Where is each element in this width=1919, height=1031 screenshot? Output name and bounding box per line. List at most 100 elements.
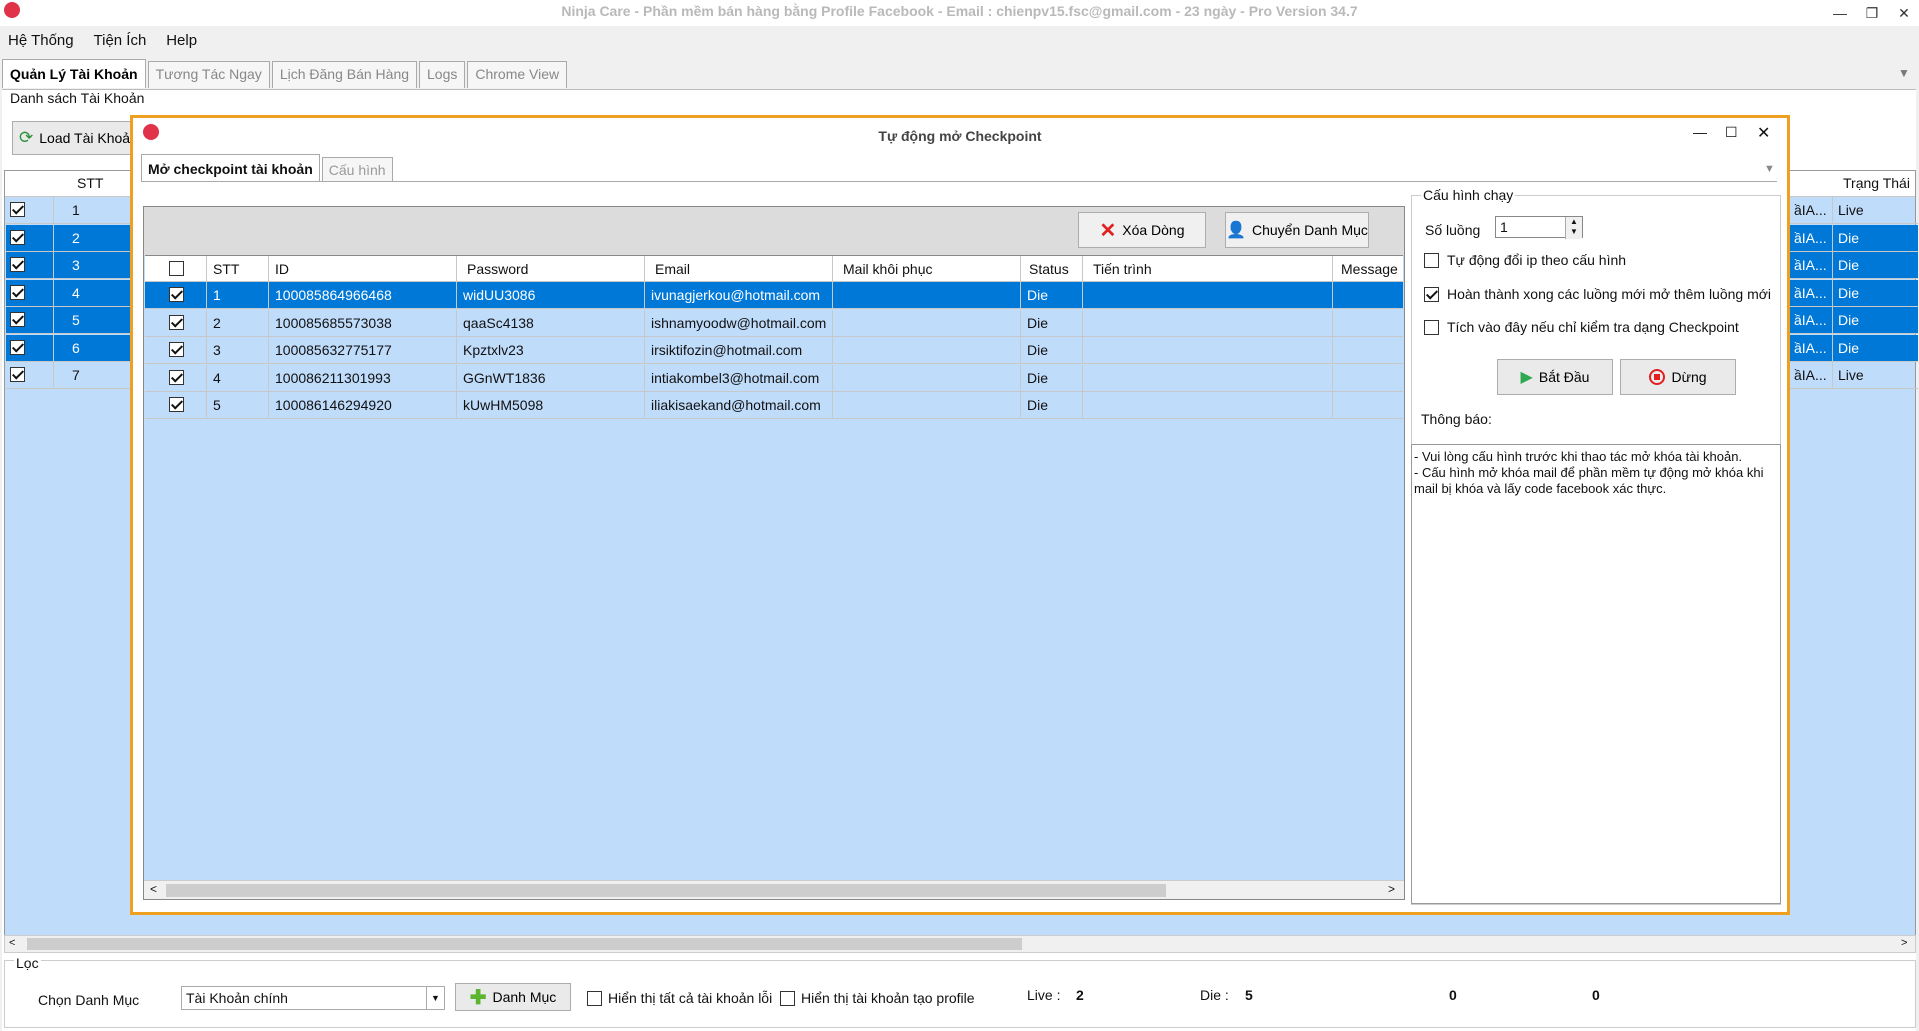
header-tien-trinh[interactable]: Tiến trình bbox=[1083, 256, 1333, 282]
count-3: 0 bbox=[1449, 987, 1457, 1003]
checkpoint-cell-stt: 3 bbox=[207, 337, 269, 364]
checkpoint-row[interactable]: 3 100085632775177 Kpztxlv23 irsiktifozin@ho… bbox=[145, 337, 1403, 364]
stepper-icon[interactable]: ▲ ▼ bbox=[1565, 217, 1582, 239]
checkpoint-row-checkbox[interactable] bbox=[169, 342, 184, 357]
account-row-checkbox[interactable] bbox=[10, 367, 25, 382]
dialog-tab-divider bbox=[141, 181, 1777, 182]
header-status[interactable]: Status bbox=[1021, 256, 1083, 282]
tab-logs[interactable]: Logs bbox=[419, 61, 466, 88]
column-divider bbox=[53, 197, 54, 224]
account-row-status: Die bbox=[1838, 257, 1860, 273]
show-error-accounts-option[interactable]: Hiển thị tất cả tài khoản lỗi bbox=[587, 990, 772, 1006]
menu-help[interactable]: Help bbox=[158, 30, 205, 51]
dialog-minimize-icon[interactable]: — bbox=[1693, 124, 1707, 140]
show-error-checkbox[interactable] bbox=[587, 990, 602, 1006]
change-ip-checkbox[interactable] bbox=[1424, 252, 1439, 268]
option-change-ip[interactable]: Tự động đổi ip theo cấu hình bbox=[1424, 252, 1626, 268]
account-row-stt: 2 bbox=[72, 229, 80, 246]
show-profile-accounts-option[interactable]: Hiển thị tài khoản tạo profile bbox=[780, 990, 975, 1006]
account-row-check-cell bbox=[10, 284, 25, 303]
scroll-right-icon[interactable]: > bbox=[1901, 937, 1907, 949]
dialog-close-icon[interactable]: ✕ bbox=[1757, 123, 1770, 143]
checkpoint-row-checkbox[interactable] bbox=[169, 287, 184, 302]
checkpoint-row-checkbox[interactable] bbox=[169, 369, 184, 385]
account-row-status: Die bbox=[1838, 339, 1860, 356]
checkpoint-cell-password: qaaSc4138 bbox=[457, 309, 645, 337]
header-mail-khoi-phuc[interactable]: Mail khôi phục bbox=[833, 256, 1021, 282]
threads-input[interactable]: 1 ▲ ▼ bbox=[1495, 216, 1583, 239]
checkpoint-row[interactable]: 1 100085864966468 widUU3086 ivunagjerkou@ho… bbox=[145, 282, 1403, 309]
inner-scroll-left-icon[interactable]: < bbox=[150, 882, 157, 896]
account-row-checkbox[interactable] bbox=[10, 202, 25, 217]
tab-tuong-tac-ngay[interactable]: Tương Tác Ngay bbox=[147, 61, 270, 88]
scroll-left-icon[interactable]: < bbox=[9, 937, 15, 949]
start-button[interactable]: ▶ Bắt Đầu bbox=[1497, 359, 1613, 395]
header-id[interactable]: ID bbox=[269, 256, 457, 282]
move-category-button[interactable]: 👤 Chuyển Danh Mục bbox=[1225, 212, 1369, 248]
account-row-checkbox[interactable] bbox=[10, 339, 25, 355]
tab-chrome-view[interactable]: Chrome View bbox=[467, 61, 568, 88]
menu-he-thong[interactable]: Hệ Thống bbox=[0, 30, 82, 51]
restore-icon[interactable]: ❐ bbox=[1856, 0, 1888, 26]
scrollbar-thumb[interactable] bbox=[27, 938, 1022, 950]
checkpoint-row-check-cell bbox=[145, 309, 207, 337]
checkpoint-cell-stt: 2 bbox=[207, 309, 269, 337]
tab-mo-checkpoint[interactable]: Mở checkpoint tài khoản bbox=[141, 154, 320, 182]
tab-overflow-icon[interactable]: ▼ bbox=[1898, 66, 1910, 80]
checkpoint-cell-recovery bbox=[833, 364, 1021, 392]
column-divider bbox=[1832, 252, 1833, 279]
column-divider bbox=[53, 279, 54, 307]
dialog-maximize-icon[interactable]: ☐ bbox=[1725, 124, 1738, 141]
tab-quan-ly-tai-khoan[interactable]: Quản Lý Tài Khoản bbox=[2, 59, 146, 88]
checkpoint-cell-message bbox=[1333, 365, 1403, 392]
close-icon[interactable]: ✕ bbox=[1888, 0, 1919, 26]
threads-label: Số luồng bbox=[1425, 222, 1481, 238]
header-stt[interactable]: STT bbox=[207, 256, 269, 282]
account-row-checkbox[interactable] bbox=[10, 312, 25, 327]
checkpoint-cell-progress bbox=[1083, 364, 1333, 392]
column-divider bbox=[53, 252, 54, 279]
checkpoint-row-checkbox[interactable] bbox=[169, 397, 184, 412]
header-message[interactable]: Message bbox=[1333, 256, 1403, 282]
notice-textarea[interactable]: - Vui lòng cấu hình trước khi thao tác m… bbox=[1411, 444, 1781, 904]
stop-button[interactable]: Dừng bbox=[1620, 359, 1736, 395]
account-grid-scrollbar[interactable]: < > bbox=[4, 935, 1916, 953]
account-row-checkbox[interactable] bbox=[10, 257, 25, 272]
checkpoint-row[interactable]: 5 100086146294920 kUwHM5098 iliakisaekand@h… bbox=[145, 392, 1403, 419]
checkpoint-row-checkbox[interactable] bbox=[169, 314, 184, 330]
category-select[interactable]: Tài Khoản chính ▼ bbox=[181, 986, 445, 1010]
check-only-checkbox[interactable] bbox=[1424, 319, 1439, 335]
inner-scroll-right-icon[interactable]: > bbox=[1388, 882, 1395, 896]
checkpoint-cell-email: ishnamyoodw@hotmail.com bbox=[645, 309, 833, 337]
checkpoint-grid-scrollbar[interactable]: < > bbox=[144, 880, 1404, 899]
checkpoint-row[interactable]: 2 100085685573038 qaaSc4138 ishnamyoodw@hot… bbox=[145, 309, 1403, 337]
minimize-icon[interactable]: — bbox=[1824, 0, 1856, 26]
finish-threads-checkbox[interactable] bbox=[1424, 286, 1439, 302]
tab-lich-dang-ban-hang[interactable]: Lịch Đăng Bán Hàng bbox=[271, 61, 418, 88]
delete-row-button[interactable]: ✕ Xóa Dòng bbox=[1078, 212, 1206, 248]
checkpoint-row[interactable]: 4 100086211301993 GGnWT1836 intiakombel3@ho… bbox=[145, 364, 1403, 392]
account-row-checkbox[interactable] bbox=[10, 229, 25, 245]
checkpoint-cell-stt: 5 bbox=[207, 392, 269, 419]
grid-toolbar bbox=[144, 207, 1404, 255]
option-check-only[interactable]: Tích vào đây nếu chỉ kiểm tra dạng Check… bbox=[1424, 319, 1739, 335]
add-category-button[interactable]: ✚ Danh Mục bbox=[455, 983, 571, 1011]
header-email[interactable]: Email bbox=[645, 256, 833, 282]
load-accounts-button[interactable]: ⟳ Load Tài Khoả bbox=[12, 121, 132, 155]
account-row-mid: ầIA... bbox=[1794, 229, 1827, 246]
config-group-label: Cấu hình chạy bbox=[1421, 187, 1516, 203]
inner-scrollbar-thumb[interactable] bbox=[166, 884, 1166, 897]
checkpoint-cell-id: 100085685573038 bbox=[269, 309, 457, 337]
column-divider bbox=[53, 224, 54, 252]
tab-cau-hinh[interactable]: Cấu hình bbox=[321, 157, 393, 182]
select-all-checkbox[interactable] bbox=[169, 261, 184, 276]
dialog-tab-overflow-icon[interactable]: ▼ bbox=[1764, 163, 1775, 175]
show-profile-checkbox[interactable] bbox=[780, 990, 795, 1006]
account-row-checkbox[interactable] bbox=[10, 284, 25, 300]
option-finish-threads[interactable]: Hoàn thành xong các luồng mới mở thêm lu… bbox=[1424, 286, 1771, 302]
menu-tien-ich[interactable]: Tiện Ích bbox=[86, 30, 155, 51]
header-stt: STT bbox=[77, 175, 104, 191]
account-row-status: Die bbox=[1838, 229, 1860, 246]
account-row-check-cell bbox=[10, 312, 25, 330]
header-password[interactable]: Password bbox=[457, 256, 645, 282]
